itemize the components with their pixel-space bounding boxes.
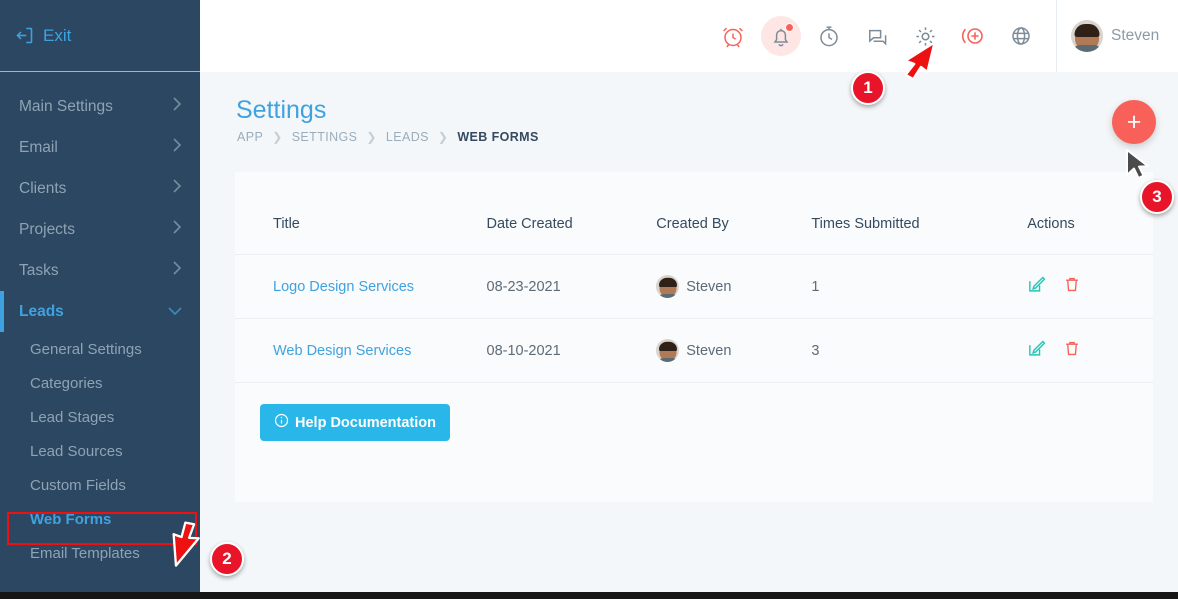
sidebar-item-projects[interactable]: Projects <box>0 209 200 250</box>
user-menu[interactable]: Steven <box>1056 0 1178 72</box>
web-forms-card: Title Date Created Created By Times Subm… <box>235 172 1153 502</box>
sidebar-item-label: Projects <box>19 221 75 239</box>
sidebar: Exit Main Settings Email Clients Project… <box>0 0 200 592</box>
chevron-right-icon <box>173 179 182 198</box>
row-created-by-name: Steven <box>686 279 731 295</box>
sidebar-item-tasks[interactable]: Tasks <box>0 250 200 291</box>
edit-icon[interactable] <box>1027 339 1046 362</box>
chevron-right-icon <box>173 97 182 116</box>
exit-icon <box>14 25 35 46</box>
breadcrumb-item-web-forms: WEB FORMS <box>457 130 538 144</box>
avatar <box>656 339 679 362</box>
table-row: Web Design Services 08-10-2021 Steven 3 <box>235 319 1153 383</box>
sidebar-item-email-templates[interactable]: Email Templates <box>0 536 200 570</box>
main-content: Settings APP ❯ SETTINGS ❯ LEADS ❯ WEB FO… <box>200 72 1178 592</box>
exit-button[interactable]: Exit <box>14 25 71 46</box>
exit-label: Exit <box>43 26 71 46</box>
sidebar-item-leads[interactable]: Leads <box>0 291 200 332</box>
stopwatch-icon[interactable] <box>816 23 842 49</box>
help-documentation-label: Help Documentation <box>295 415 436 431</box>
avatar <box>1071 20 1103 52</box>
sidebar-item-label: Email <box>19 139 58 157</box>
column-header-title: Title <box>235 172 487 255</box>
sidebar-subitem-label: Lead Sources <box>30 443 123 460</box>
sidebar-item-label: Tasks <box>19 262 59 280</box>
sidebar-subitem-label: Custom Fields <box>30 477 126 494</box>
sidebar-item-label: Main Settings <box>19 98 113 116</box>
chevron-right-icon <box>173 220 182 239</box>
sidebar-item-web-forms[interactable]: Web Forms <box>0 502 200 536</box>
user-name: Steven <box>1111 27 1159 45</box>
sidebar-subitem-label: Web Forms <box>30 511 111 528</box>
chevron-down-icon <box>168 303 182 321</box>
sidebar-item-email[interactable]: Email <box>0 127 200 168</box>
sidebar-header: Exit <box>0 0 200 72</box>
sidebar-subitem-label: Lead Stages <box>30 409 114 426</box>
edit-icon[interactable] <box>1027 275 1046 298</box>
help-documentation-button[interactable]: Help Documentation <box>260 404 450 441</box>
sidebar-item-lead-stages[interactable]: Lead Stages <box>0 400 200 434</box>
globe-icon[interactable] <box>1008 23 1034 49</box>
breadcrumb-item-app[interactable]: APP <box>237 130 263 144</box>
top-header: Steven <box>200 0 1178 72</box>
avatar <box>656 275 679 298</box>
row-created-by: Steven <box>656 255 811 319</box>
sidebar-subitem-label: General Settings <box>30 341 142 358</box>
sidebar-item-main-settings[interactable]: Main Settings <box>0 86 200 127</box>
column-header-date-created: Date Created <box>487 172 657 255</box>
delete-icon[interactable] <box>1063 339 1081 362</box>
chevron-right-icon <box>173 261 182 280</box>
row-date-created: 08-10-2021 <box>487 319 657 383</box>
column-header-actions: Actions <box>1027 172 1153 255</box>
bell-icon[interactable] <box>768 23 794 49</box>
chevron-right-icon <box>173 138 182 157</box>
breadcrumb: APP ❯ SETTINGS ❯ LEADS ❯ WEB FORMS <box>237 130 539 144</box>
row-actions <box>1027 255 1153 319</box>
row-created-by-name: Steven <box>686 343 731 359</box>
table-header-row: Title Date Created Created By Times Subm… <box>235 172 1153 255</box>
sidebar-subitem-label: Email Templates <box>30 545 140 562</box>
row-created-by: Steven <box>656 319 811 383</box>
sidebar-item-lead-sources[interactable]: Lead Sources <box>0 434 200 468</box>
table-row: Logo Design Services 08-23-2021 Steven 1 <box>235 255 1153 319</box>
breadcrumb-separator: ❯ <box>272 130 282 144</box>
sidebar-item-general-settings[interactable]: General Settings <box>0 332 200 366</box>
chat-bubble-icon[interactable] <box>864 23 890 49</box>
gear-icon[interactable] <box>912 23 938 49</box>
row-actions <box>1027 319 1153 383</box>
sidebar-item-clients[interactable]: Clients <box>0 168 200 209</box>
page-title: Settings <box>236 96 326 125</box>
column-header-created-by: Created By <box>656 172 811 255</box>
row-times-submitted: 3 <box>811 319 1027 383</box>
sidebar-item-custom-fields[interactable]: Custom Fields <box>0 468 200 502</box>
bottom-bar <box>0 592 1178 599</box>
add-circle-icon[interactable] <box>960 23 986 49</box>
alarm-clock-icon[interactable] <box>720 23 746 49</box>
sidebar-item-label: Clients <box>19 180 66 198</box>
column-header-times-submitted: Times Submitted <box>811 172 1027 255</box>
sidebar-subitem-label: Categories <box>30 375 103 392</box>
row-times-submitted: 1 <box>811 255 1027 319</box>
sidebar-item-label: Leads <box>19 303 64 321</box>
breadcrumb-item-settings[interactable]: SETTINGS <box>292 130 358 144</box>
breadcrumb-separator: ❯ <box>438 130 448 144</box>
sidebar-item-categories[interactable]: Categories <box>0 366 200 400</box>
row-title-link[interactable]: Logo Design Services <box>235 255 487 319</box>
header-icon-group <box>720 23 1056 49</box>
row-title-link[interactable]: Web Design Services <box>235 319 487 383</box>
delete-icon[interactable] <box>1063 275 1081 298</box>
info-icon <box>274 413 289 432</box>
add-web-form-button[interactable]: + <box>1112 100 1156 144</box>
notification-badge <box>785 23 794 32</box>
breadcrumb-item-leads[interactable]: LEADS <box>386 130 429 144</box>
sidebar-nav: Main Settings Email Clients Projects Tas… <box>0 72 200 570</box>
breadcrumb-separator: ❯ <box>366 130 376 144</box>
row-date-created: 08-23-2021 <box>487 255 657 319</box>
web-forms-table: Title Date Created Created By Times Subm… <box>235 172 1153 383</box>
